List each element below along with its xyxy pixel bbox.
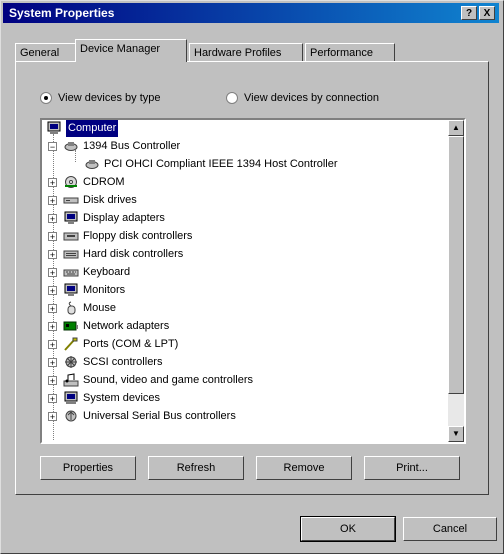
tree-item[interactable]: + Keyboard — [48, 263, 130, 281]
expand-icon[interactable]: + — [48, 213, 57, 223]
tree-root-computer[interactable]: Computer — [46, 120, 119, 137]
hard-disk-controller-icon — [63, 250, 79, 259]
expand-icon[interactable]: + — [48, 285, 57, 295]
scroll-up-button[interactable]: ▲ — [448, 120, 464, 136]
scroll-down-button[interactable]: ▼ — [448, 426, 464, 442]
tab-hardware-profiles[interactable]: Hardware Profiles — [189, 43, 303, 61]
device-tree[interactable]: Computer − 1394 Bus Controller PCI OHCI … — [40, 118, 466, 444]
tree-root-label: Computer — [66, 120, 119, 137]
tree-item-label: System devices — [83, 392, 161, 404]
tree-item-label: Sound, video and game controllers — [83, 374, 253, 386]
device-tree-list: Computer − 1394 Bus Controller PCI OHCI … — [42, 120, 448, 442]
view-by-type-radio[interactable] — [40, 92, 52, 104]
device-manager-panel: View devices by type View devices by con… — [15, 61, 489, 495]
keyboard-icon — [63, 269, 79, 277]
scroll-thumb[interactable] — [448, 136, 464, 394]
sound-icon — [63, 373, 79, 387]
expand-icon[interactable]: + — [48, 303, 57, 313]
display-adapter-icon — [64, 211, 78, 224]
expand-icon[interactable]: + — [48, 267, 57, 277]
tree-item[interactable]: + Display adapters — [48, 209, 165, 227]
tree-item[interactable]: + System devices — [48, 389, 160, 407]
view-by-connection-radio[interactable] — [226, 92, 238, 104]
tree-item-label: Keyboard — [83, 266, 131, 278]
collapse-icon[interactable]: − — [48, 141, 57, 151]
tree-item[interactable]: + Ports (COM & LPT) — [48, 335, 178, 353]
ports-icon — [64, 337, 78, 351]
view-by-type-option[interactable]: View devices by type — [40, 90, 161, 106]
expand-icon[interactable]: + — [48, 249, 57, 259]
tab-performance[interactable]: Performance — [305, 43, 395, 61]
tree-item[interactable]: + Hard disk controllers — [48, 245, 183, 263]
view-by-connection-option[interactable]: View devices by connection — [226, 90, 379, 106]
tree-item[interactable]: + CDROM — [48, 173, 125, 191]
tree-item-child[interactable]: PCI OHCI Compliant IEEE 1394 Host Contro… — [84, 155, 338, 173]
scsi-controller-icon — [65, 356, 77, 368]
refresh-button[interactable]: Refresh — [148, 456, 244, 480]
remove-button[interactable]: Remove — [256, 456, 352, 480]
tree-item[interactable]: + Floppy disk controllers — [48, 227, 192, 245]
tab-device-manager[interactable]: Device Manager — [75, 39, 187, 62]
mouse-icon — [67, 301, 76, 315]
cdrom-icon — [65, 176, 77, 188]
ok-button[interactable]: OK — [300, 516, 396, 542]
tab-general[interactable]: General — [15, 43, 77, 61]
tree-item-label: Mouse — [83, 302, 117, 314]
tree-item[interactable]: + Monitors — [48, 281, 125, 299]
expand-icon[interactable]: + — [48, 195, 57, 205]
view-by-type-label: View devices by type — [58, 92, 161, 104]
tree-scrollbar[interactable]: ▲ ▼ — [448, 120, 464, 442]
tree-item-label: SCSI controllers — [83, 356, 163, 368]
properties-button[interactable]: Properties — [40, 456, 136, 480]
close-button[interactable]: X — [479, 6, 495, 20]
cancel-button[interactable]: Cancel — [403, 517, 497, 541]
tree-item[interactable]: + Network adapters — [48, 317, 169, 335]
expand-icon[interactable]: + — [48, 231, 57, 241]
tree-item[interactable]: + Universal Serial Bus controllers — [48, 407, 236, 425]
tree-item[interactable]: + Mouse — [48, 299, 116, 317]
usb-icon — [65, 410, 77, 422]
monitor-icon — [64, 283, 78, 296]
expand-icon[interactable]: + — [48, 357, 57, 367]
tree-item-label: 1394 Bus Controller — [83, 140, 181, 152]
expand-icon[interactable]: + — [48, 375, 57, 385]
expand-icon[interactable]: + — [48, 321, 57, 331]
expand-icon[interactable]: + — [48, 339, 57, 349]
tree-item-label: Disk drives — [83, 194, 137, 206]
tree-item[interactable]: − 1394 Bus Controller — [48, 137, 180, 155]
tree-item-label: Network adapters — [83, 320, 170, 332]
expand-icon[interactable]: + — [48, 411, 57, 421]
bus-controller-icon — [64, 142, 78, 151]
tree-item-label: Ports (COM & LPT) — [83, 338, 179, 350]
tree-item[interactable]: + Disk drives — [48, 191, 137, 209]
tree-item-label: PCI OHCI Compliant IEEE 1394 Host Contro… — [104, 158, 338, 170]
tree-item-label: Universal Serial Bus controllers — [83, 410, 236, 422]
tree-item-label: Hard disk controllers — [83, 248, 184, 260]
title-bar[interactable]: System Properties ? X — [3, 3, 499, 23]
tree-item-label: CDROM — [83, 176, 125, 188]
tree-item-label: Monitors — [83, 284, 126, 296]
print-button[interactable]: Print... — [364, 456, 460, 480]
system-properties-window: System Properties ? X General Device Man… — [0, 0, 504, 554]
tree-item-label: Display adapters — [83, 212, 165, 224]
help-button[interactable]: ? — [461, 6, 477, 20]
disk-drive-icon — [63, 197, 79, 204]
tree-item[interactable]: + Sound, video and game controllers — [48, 371, 253, 389]
expand-icon[interactable]: + — [48, 177, 57, 187]
expand-icon[interactable]: + — [48, 393, 57, 403]
window-title: System Properties — [9, 6, 115, 20]
bus-controller-icon — [85, 160, 99, 169]
tree-item[interactable]: + SCSI controllers — [48, 353, 162, 371]
tree-item-label: Floppy disk controllers — [83, 230, 193, 242]
view-by-connection-label: View devices by connection — [244, 92, 379, 104]
computer-icon — [47, 121, 61, 134]
system-devices-icon — [64, 391, 78, 404]
floppy-controller-icon — [63, 232, 79, 241]
network-adapter-icon — [63, 321, 78, 331]
